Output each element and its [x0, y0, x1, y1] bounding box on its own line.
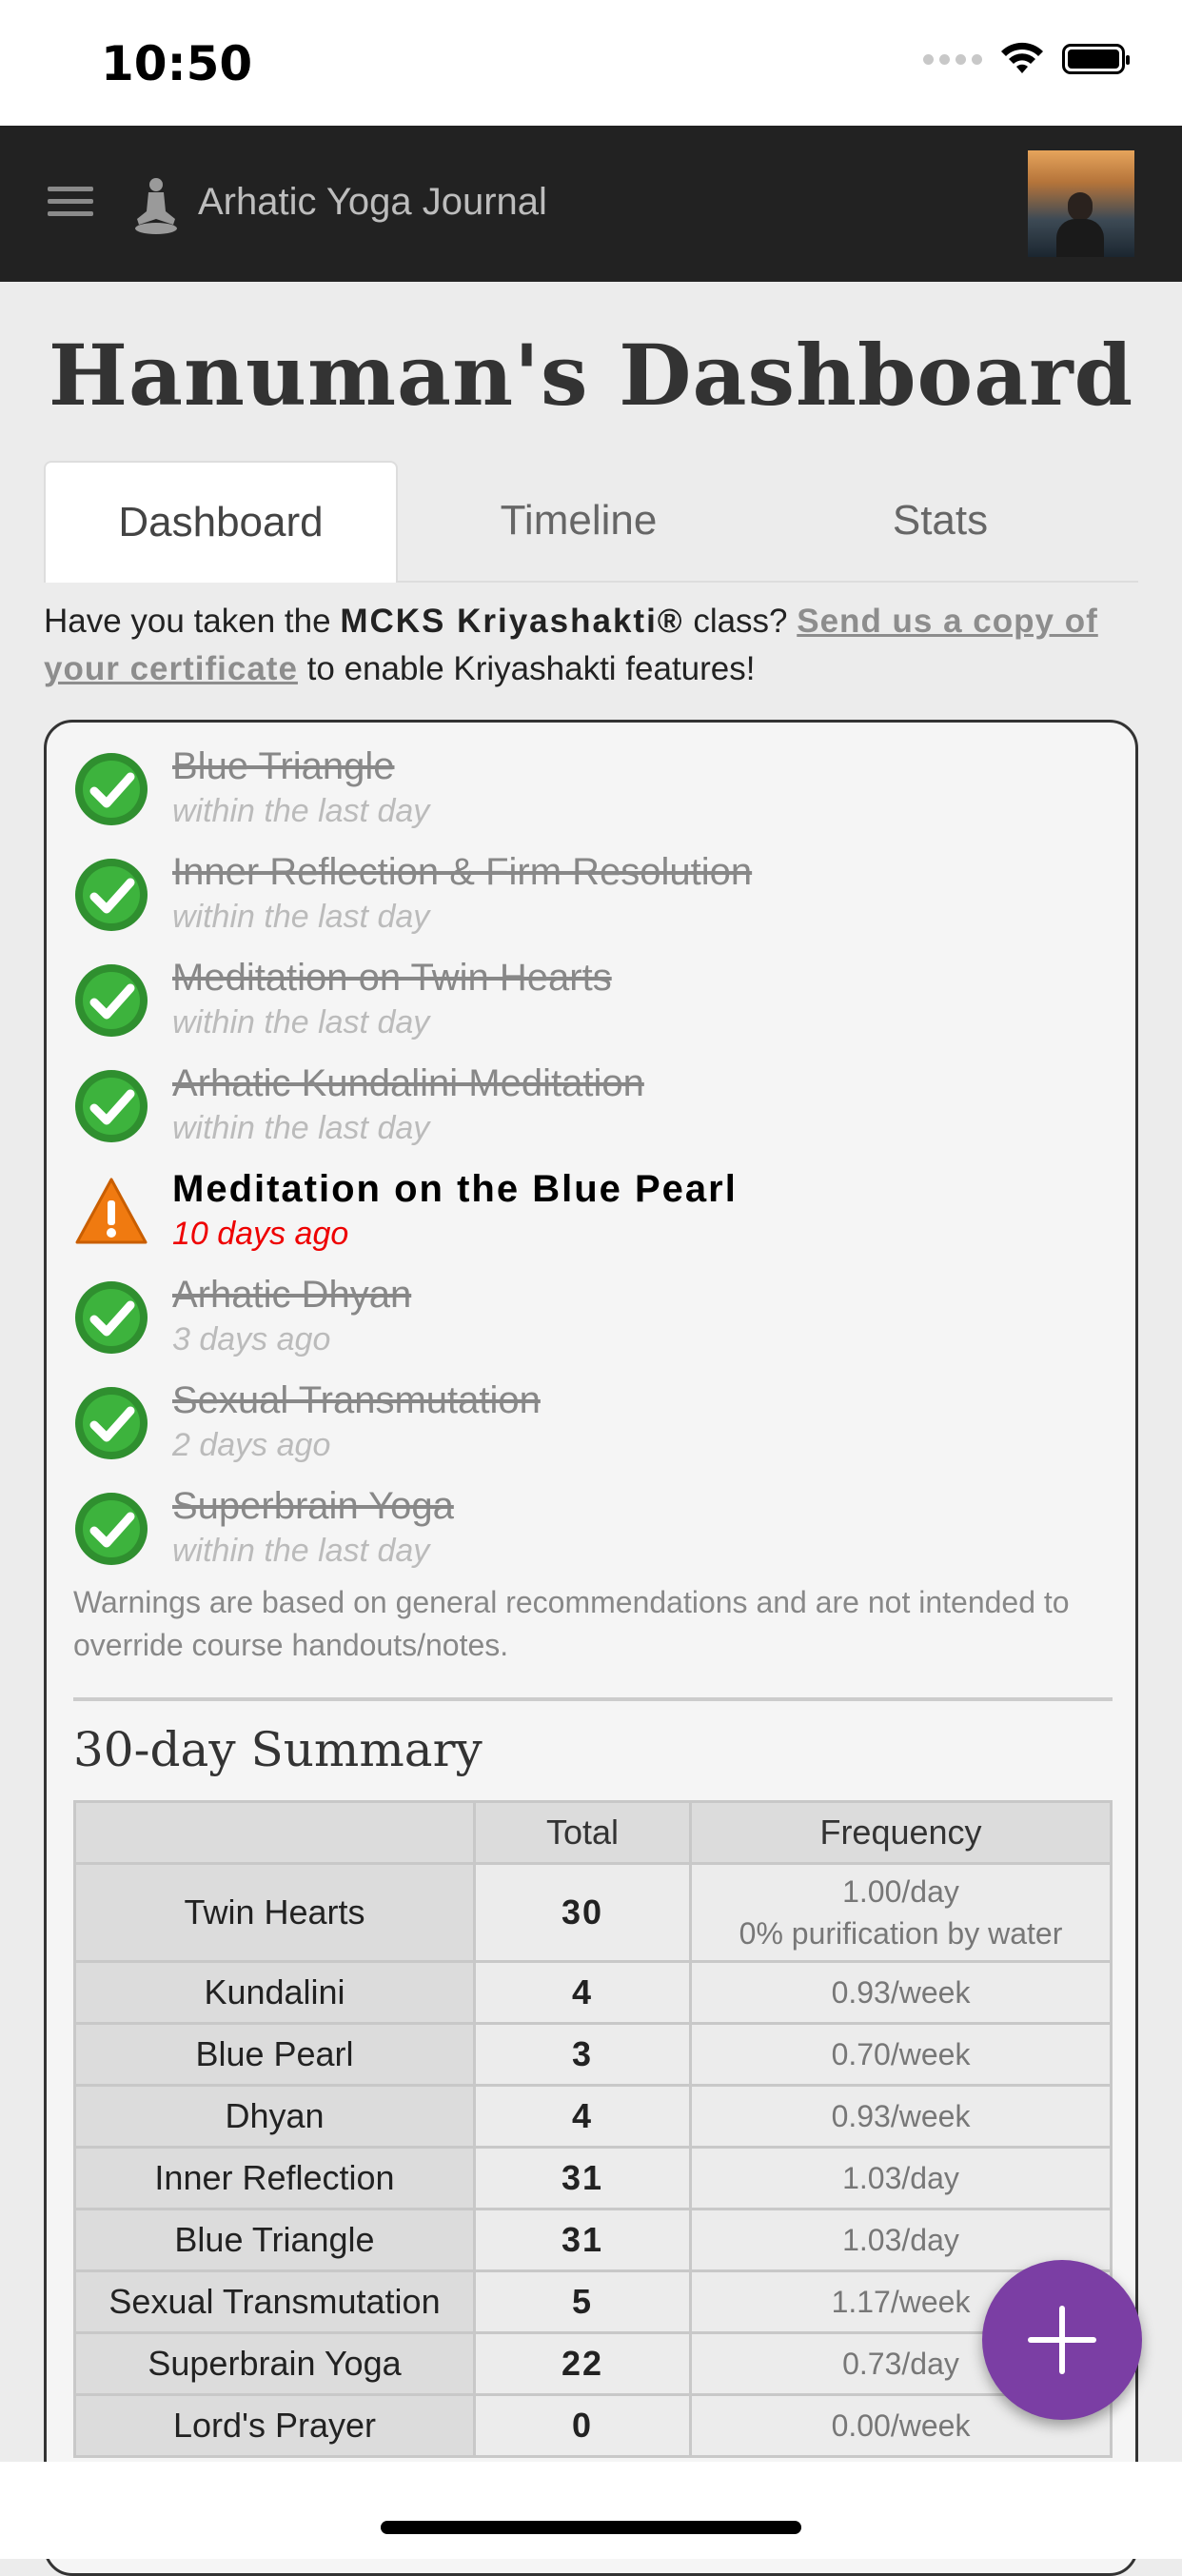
status-time: 10:50 [101, 36, 253, 91]
checkmark-icon [75, 964, 148, 1037]
practice-card: Blue Triangle within the last day Inner … [44, 720, 1138, 2576]
practice-when: 10 days ago [172, 1216, 349, 1252]
practice-name: Sexual Transmutation [172, 1379, 541, 1421]
add-entry-button[interactable] [982, 2260, 1142, 2420]
row-frequency: 0.93/week [689, 2084, 1113, 2149]
checkmark-icon [75, 753, 148, 825]
row-total: 31 [473, 2146, 692, 2210]
notice-class-name: MCKS Kriyashakti® [340, 603, 684, 640]
disclaimer-text: Warnings are based on general recommenda… [73, 1585, 1070, 1662]
notice-prefix: Have you taken the [44, 603, 341, 640]
row-label: Inner Reflection [73, 2146, 476, 2210]
practice-name: Arhatic Kundalini Meditation [172, 1062, 644, 1104]
menu-icon[interactable] [48, 187, 93, 216]
summary-table: Total Frequency Twin Hearts 30 1.00/day 0… [73, 1800, 1113, 2458]
table-row: Blue Triangle 31 1.03/day [73, 2208, 1113, 2272]
home-indicator-area [0, 2462, 1182, 2559]
practice-when: within the last day [172, 1110, 430, 1146]
row-label: Blue Triangle [73, 2208, 476, 2272]
row-total: 5 [473, 2269, 692, 2334]
checkmark-icon [75, 1493, 148, 1565]
header-cell: Total [473, 1800, 692, 1865]
frequency-value: 1.00/day [842, 1874, 959, 1909]
status-icons [923, 42, 1130, 76]
practice-when: within the last day [172, 899, 430, 935]
row-label: Dhyan [73, 2084, 476, 2149]
table-row: Superbrain Yoga 22 0.73/day [73, 2331, 1113, 2396]
practice-name: Meditation on the Blue Pearl [172, 1168, 738, 1210]
row-total: 30 [473, 1862, 692, 1963]
table-row: Blue Pearl 3 0.70/week [73, 2022, 1113, 2087]
table-row: Inner Reflection 31 1.03/day [73, 2146, 1113, 2210]
row-total: 0 [473, 2393, 692, 2458]
checkmark-icon [75, 859, 148, 931]
checkmark-icon [75, 1387, 148, 1459]
practice-when: within the last day [172, 1004, 430, 1040]
row-label: Blue Pearl [73, 2022, 476, 2087]
practice-name: Superbrain Yoga [172, 1485, 454, 1527]
tab-dashboard[interactable]: Dashboard [44, 461, 398, 583]
table-row: Twin Hearts 30 1.00/day 0% purification b… [73, 1862, 1113, 1963]
brand-title[interactable]: Arhatic Yoga Journal [198, 181, 547, 224]
row-total: 3 [473, 2022, 692, 2087]
row-frequency: 0.70/week [689, 2022, 1113, 2087]
meditation-figure-icon [135, 178, 177, 234]
user-avatar[interactable] [1028, 150, 1134, 257]
table-row: Sexual Transmutation 5 1.17/week [73, 2269, 1113, 2334]
row-label: Sexual Transmutation [73, 2269, 476, 2334]
row-frequency: 1.00/day 0% purification by water [689, 1862, 1113, 1963]
practice-when: 2 days ago [172, 1427, 331, 1463]
practice-when: 3 days ago [172, 1321, 331, 1357]
wifi-icon [1001, 42, 1043, 73]
row-label: Lord's Prayer [73, 2393, 476, 2458]
row-label: Twin Hearts [73, 1862, 476, 1963]
tab-timeline[interactable]: Timeline [398, 461, 759, 581]
table-header-row: Total Frequency [73, 1800, 1113, 1865]
practice-when: within the last day [172, 1533, 430, 1569]
checkmark-icon [75, 1281, 148, 1354]
divider [73, 1697, 1113, 1701]
header-cell: Frequency [689, 1800, 1113, 1865]
tab-stats[interactable]: Stats [759, 461, 1121, 581]
tab-bar: Dashboard Timeline Stats [44, 461, 1138, 583]
practice-name: Blue Triangle [172, 745, 395, 787]
page-title: Hanuman's Dashboard [48, 326, 1134, 425]
row-label: Superbrain Yoga [73, 2331, 476, 2396]
top-navbar: Arhatic Yoga Journal [0, 126, 1182, 282]
row-total: 31 [473, 2208, 692, 2272]
header-cell [73, 1800, 476, 1865]
row-frequency: 0.93/week [689, 1960, 1113, 2025]
battery-icon [1062, 44, 1130, 74]
notice-suffix: to enable Kriyashakti features! [297, 650, 756, 687]
row-total: 4 [473, 1960, 692, 2025]
notice-middle: class? [683, 603, 798, 640]
row-total: 22 [473, 2331, 692, 2396]
practice-when: within the last day [172, 793, 430, 829]
row-label: Kundalini [73, 1960, 476, 2025]
table-row: Lord's Prayer 0 0.00/week [73, 2393, 1113, 2458]
status-bar: 10:50 [0, 0, 1182, 126]
cellular-signal-icon [923, 53, 982, 65]
checkmark-icon [75, 1070, 148, 1142]
practice-name: Arhatic Dhyan [172, 1274, 412, 1316]
practice-name: Meditation on Twin Hearts [172, 957, 612, 999]
practice-name: Inner Reflection & Firm Resolution [172, 851, 753, 893]
table-row: Dhyan 4 0.93/week [73, 2084, 1113, 2149]
warning-icon [75, 1178, 148, 1244]
row-frequency: 1.03/day [689, 2146, 1113, 2210]
kriyashakti-notice: Have you taken the MCKS Kriyashakti® cla… [44, 598, 1138, 693]
frequency-note: 0% purification by water [739, 1916, 1063, 1951]
row-total: 4 [473, 2084, 692, 2149]
table-row: Kundalini 4 0.93/week [73, 1960, 1113, 2025]
home-indicator[interactable] [381, 2521, 801, 2534]
summary-title: 30-day Summary [73, 1722, 483, 1777]
